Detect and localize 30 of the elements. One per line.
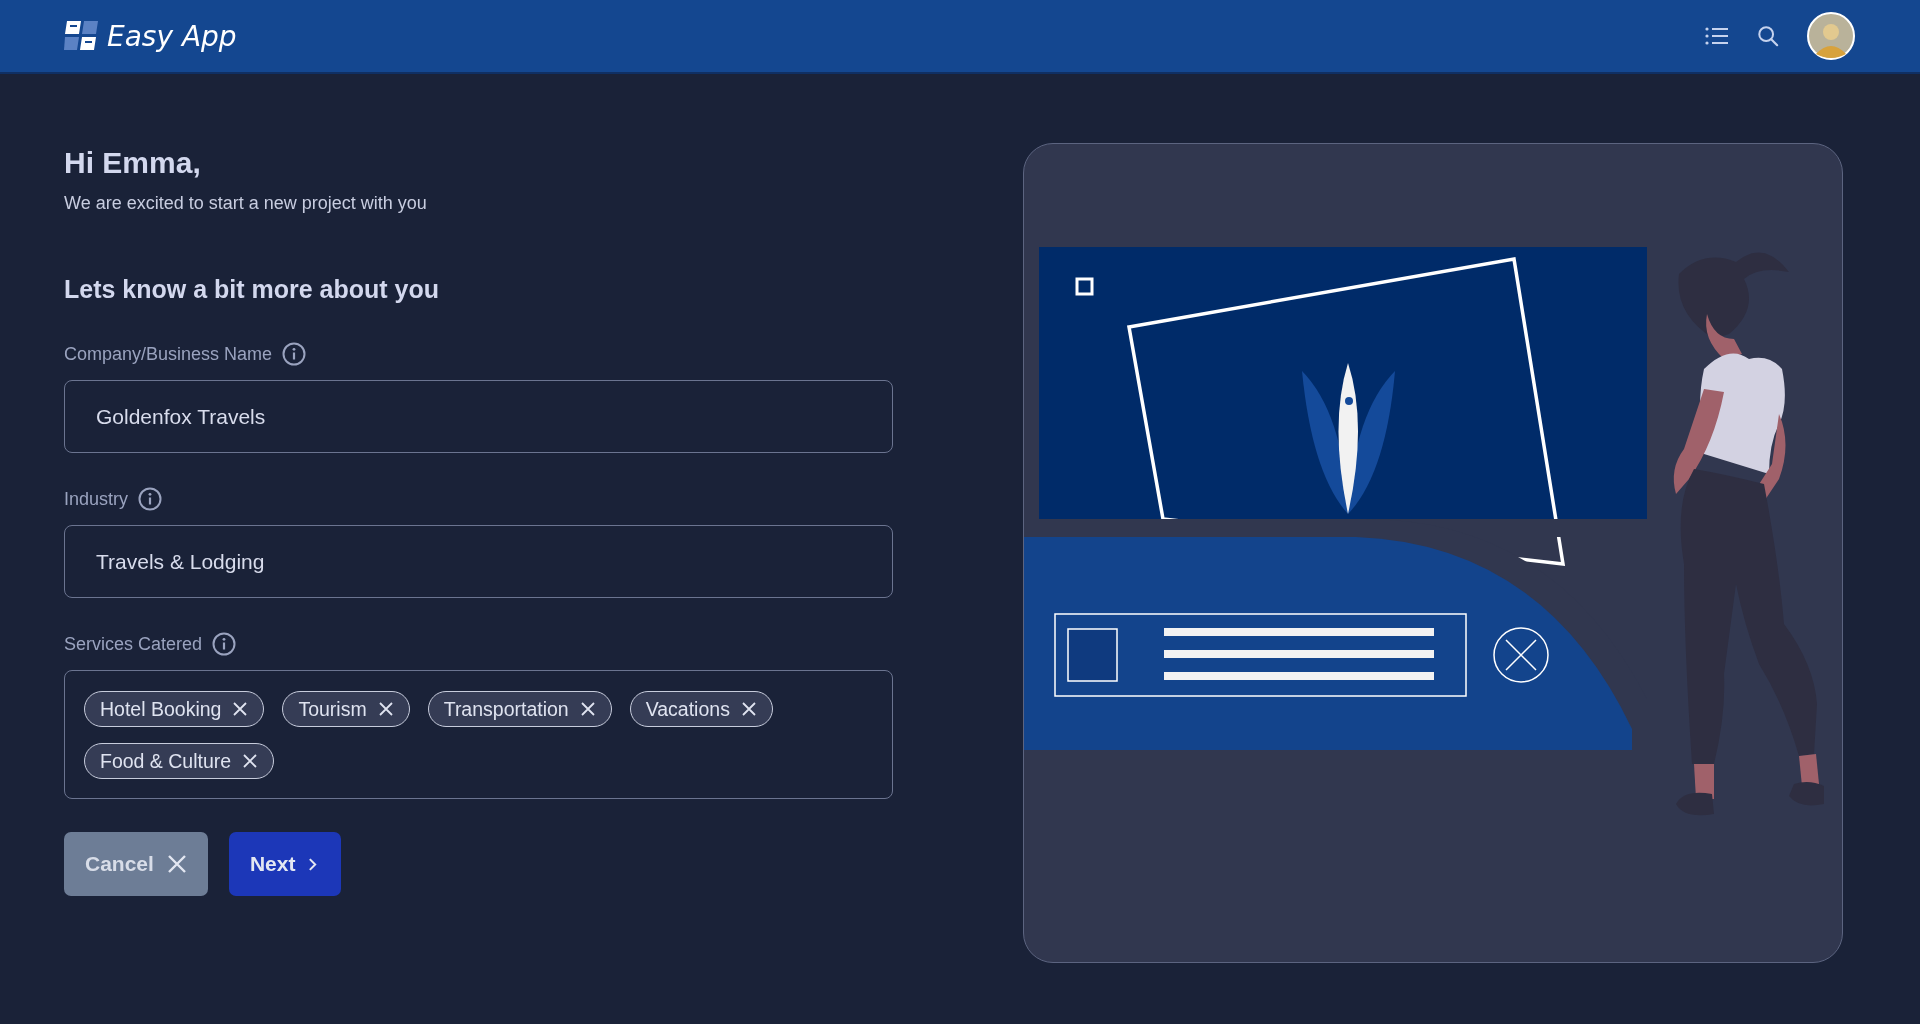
service-tag[interactable]: Hotel Booking [84,691,265,727]
info-icon[interactable] [138,487,163,511]
remove-icon[interactable] [233,702,248,716]
field-label: Services Catered [64,633,203,655]
list-icon[interactable] [1705,26,1729,46]
next-button[interactable]: Next [228,832,342,896]
avatar[interactable] [1807,12,1855,60]
app-name: Easy App [107,19,237,53]
section-title: Lets know a bit more about you [64,274,440,304]
info-icon[interactable] [212,632,237,656]
remove-icon[interactable] [378,702,393,716]
remove-icon[interactable] [741,702,756,716]
service-tag[interactable]: Food & Culture [84,743,275,779]
field-label: Company/Business Name [64,343,273,365]
info-icon[interactable] [282,342,307,366]
greeting: Hi Emma, [64,145,201,181]
service-tag[interactable]: Vacations [629,691,773,727]
service-tag[interactable]: Tourism [282,691,410,727]
close-icon [166,854,187,874]
subtitle: We are excited to start a new project with you [64,193,427,214]
search-icon[interactable] [1757,25,1779,47]
input-field[interactable]: Goldenfox Travels [64,380,893,453]
tag-input-field[interactable]: Hotel Booking Tourism Transportation Vacations Food & Culture [64,670,893,799]
service-tag[interactable]: Transportation [427,691,612,727]
chevron-right-icon [308,856,318,872]
field-label: Industry [64,488,129,510]
remove-icon[interactable] [243,754,258,768]
remove-icon[interactable] [580,702,595,716]
input-field[interactable]: Travels & Lodging [64,525,893,598]
logo-icon [64,21,100,51]
